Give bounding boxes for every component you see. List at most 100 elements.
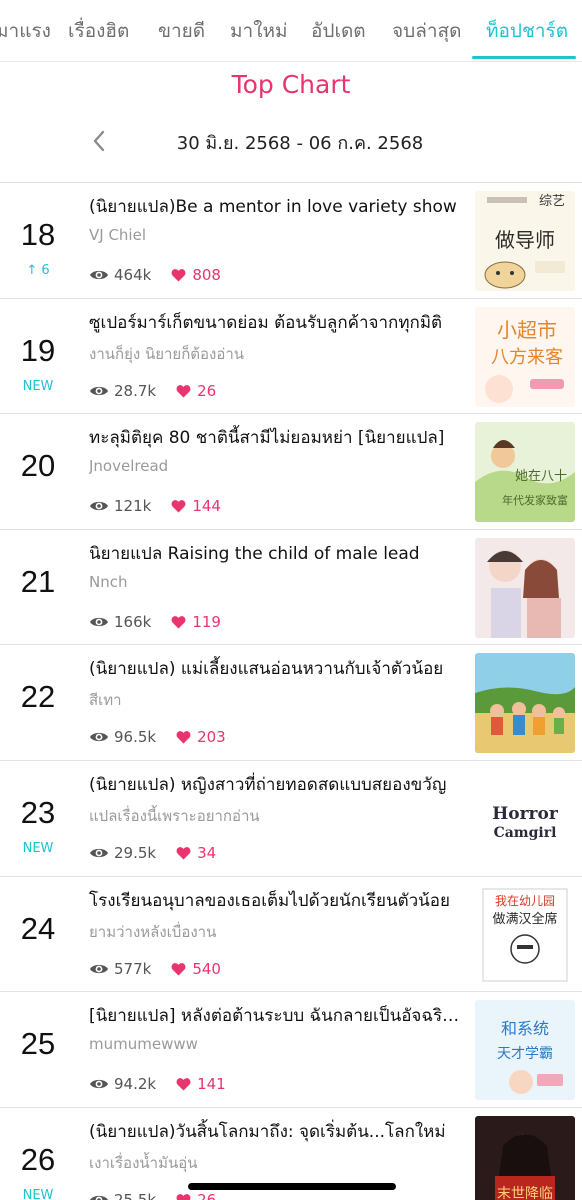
rank-number: 21 — [20, 563, 56, 599]
rank-number: 20 — [20, 448, 56, 484]
eye-icon — [90, 270, 108, 280]
rank-number: 24 — [20, 910, 56, 946]
eye-icon — [90, 848, 108, 858]
stats: 96.5k 203 — [89, 727, 226, 747]
novel-cover[interactable] — [475, 537, 575, 638]
tab-new[interactable]: มาใหม่ — [230, 16, 288, 46]
cover-text: 我在幼儿园 — [495, 894, 555, 908]
cover-text: 天才学霸 — [497, 1046, 553, 1062]
author-name: VJ Chiel — [89, 226, 146, 244]
author-name: Jnovelread — [89, 457, 169, 476]
novel-cover[interactable]: 她在八十 年代发家致富 — [475, 422, 575, 523]
rank-number: 18 — [20, 217, 56, 252]
novel-title: [นิยายแปล] หลังต่อต้านระบบ ฉันกลายเป็นอั… — [89, 1006, 461, 1027]
tab-trending[interactable]: มาแรง — [0, 16, 51, 46]
novel-title: โรงเรียนอนุบาลของเธอเต็มไปด้วยนักเรียนตั… — [89, 890, 450, 911]
view-count: 28.7k — [114, 381, 157, 400]
novel-title: (นิยายแปล) แม่เลี้ยงแสนอ่อนหวานกับเจ้าตั… — [89, 659, 444, 680]
author-name: Nnch — [89, 572, 128, 591]
heart-icon — [176, 847, 191, 860]
heart-icon — [176, 1193, 191, 1200]
list-item[interactable]: 19 NEW ซูเปอร์มาร์เก็ตขนาดย่อม ต้อนรับลู… — [0, 299, 582, 415]
cover-text: Camgirl — [494, 825, 557, 841]
list-item[interactable]: 20 ทะลุมิติยุค 80 ชาตินี้สามีไม่ยอมหย่า … — [0, 414, 582, 530]
like-count: 141 — [197, 1075, 226, 1094]
novel-cover[interactable]: 小超市 八方来客 — [475, 306, 575, 407]
stats: 94.2k 141 — [89, 1074, 226, 1094]
eye-icon — [90, 617, 108, 626]
stats: 577k 540 — [89, 959, 221, 979]
chart-list: 18 ↑ 6 (นิยายแปล)Be a mentor in love var… — [0, 182, 582, 1200]
like-count: 144 — [192, 497, 221, 516]
list-item[interactable]: 22 (นิยายแปล) แม่เลี้ยงแสนอ่อนหวานกับเจ้… — [0, 645, 582, 761]
novel-cover[interactable]: 综艺 做导师 — [475, 191, 575, 291]
rank-change: NEW — [22, 1187, 54, 1200]
home-indicator[interactable] — [188, 1183, 396, 1190]
heart-icon — [171, 500, 186, 513]
author-name: แปลเรื่องนี้เพราะอยากอ่าน — [89, 806, 260, 825]
page-title: Top Chart — [231, 70, 351, 99]
list-item[interactable]: 25 [นิยายแปล] หลังต่อต้านระบบ ฉันกลายเป็… — [0, 992, 582, 1108]
eye-icon — [90, 964, 108, 973]
cover-text: 她在八十 — [515, 469, 567, 484]
novel-title: (นิยายแปล)วันสิ้นโลกมาถึง: จุดเริ่มต้น..… — [89, 1121, 446, 1142]
novel-title: (นิยายแปล)Be a mentor in love variety sh… — [89, 197, 457, 217]
rank-number: 19 — [20, 332, 56, 368]
author-name: mumumewww — [89, 1035, 198, 1054]
like-count: 34 — [197, 843, 217, 862]
cover-text: 综艺 — [539, 194, 565, 209]
list-item[interactable]: 18 ↑ 6 (นิยายแปล)Be a mentor in love var… — [0, 183, 582, 299]
rank-change: ↑ 6 — [26, 263, 50, 278]
tab-hits[interactable]: เรื่องฮิต — [68, 16, 129, 46]
active-tab-indicator — [472, 56, 576, 59]
list-item[interactable]: 21 นิยายแปล Raising the child of male le… — [0, 530, 582, 646]
eye-icon — [90, 386, 108, 395]
cover-text: Horror — [492, 804, 559, 824]
like-count: 26 — [197, 1190, 217, 1200]
list-item[interactable]: 24 โรงเรียนอนุบาลของเธอเต็มไปด้วยนักเรีย… — [0, 877, 582, 993]
novel-cover[interactable]: 末世降临 — [475, 1115, 575, 1200]
cover-text: 做满汉全席 — [492, 911, 557, 927]
eye-icon — [90, 1080, 108, 1089]
like-count: 203 — [197, 728, 226, 747]
date-range: 30 มิ.ย. 2568 - 06 ก.ค. 2568 — [176, 133, 424, 154]
cover-text: 末世降临 — [497, 1186, 553, 1200]
stats: 166k 119 — [89, 612, 221, 632]
cover-text: 年代发家致富 — [502, 493, 568, 507]
view-count: 121k — [114, 497, 152, 516]
previous-week-button[interactable] — [86, 126, 112, 156]
eye-icon — [90, 502, 108, 511]
novel-cover[interactable] — [475, 653, 575, 754]
tab-top-chart[interactable]: ท็อปชาร์ต — [486, 16, 568, 46]
rank-number: 22 — [20, 679, 56, 715]
view-count: 166k — [114, 612, 152, 631]
tab-bestseller[interactable]: ขายดี — [158, 16, 205, 46]
novel-cover[interactable]: 和系统 天才学霸 — [475, 1000, 575, 1101]
eye-icon — [90, 733, 108, 742]
novel-cover[interactable]: 我在幼儿园 做满汉全席 — [475, 884, 575, 985]
view-count: 25.5k — [114, 1190, 157, 1200]
heart-icon — [176, 731, 191, 744]
list-item[interactable]: 23 NEW (นิยายแปล) หญิงสาวที่ถ่ายทอดสดแบบ… — [0, 761, 582, 877]
category-tabs: มาแรง เรื่องฮิต ขายดี มาใหม่ อัปเดต จบล่… — [0, 0, 582, 62]
view-count: 464k — [114, 266, 152, 284]
stats: 25.5k 26 — [89, 1190, 216, 1200]
like-count: 540 — [192, 959, 221, 978]
author-name: ยามว่างหลังเบื่องาน — [89, 922, 217, 941]
stats: 29.5k 34 — [89, 843, 216, 863]
author-name: งานก็ยุ่ง นิยายก็ต้องอ่าน — [89, 344, 245, 363]
view-count: 94.2k — [114, 1075, 157, 1094]
rank-change: NEW — [22, 840, 54, 856]
stats: 121k 144 — [89, 496, 221, 516]
rank-number: 25 — [20, 1026, 56, 1062]
tab-updated[interactable]: อัปเดต — [311, 16, 366, 46]
tab-completed[interactable]: จบล่าสุด — [392, 16, 461, 46]
stats: 28.7k 26 — [89, 381, 216, 401]
cover-text: 做导师 — [495, 228, 555, 252]
view-count: 96.5k — [114, 728, 157, 747]
chevron-left-icon — [93, 130, 105, 152]
author-name: สีเทา — [89, 691, 122, 710]
heart-icon — [171, 615, 186, 629]
novel-cover[interactable]: Horror Camgirl — [475, 768, 575, 869]
cover-text: 八方来客 — [491, 347, 563, 368]
